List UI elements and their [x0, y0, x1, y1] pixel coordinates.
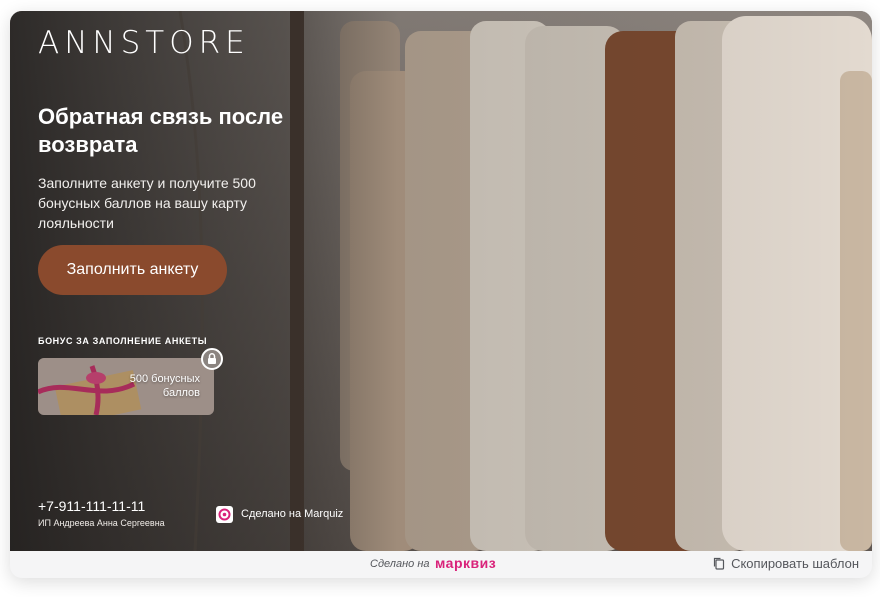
fill-form-button[interactable]: Заполнить анкету [38, 245, 227, 295]
quiz-card: ANNSTORE Обратная связь после возврата З… [10, 11, 872, 578]
copy-icon [713, 557, 725, 570]
company-owner: ИП Андреева Анна Сергеевна [38, 518, 165, 528]
lock-icon [201, 348, 223, 370]
bottom-bar: Сделано на марквиз Скопировать шаблон [10, 551, 872, 578]
page-title: Обратная связь после возврата [38, 104, 284, 157]
bonus-label: БОНУС ЗА ЗАПОЛНЕНИЕ АНКЕТЫ [38, 336, 208, 346]
hero-section: ANNSTORE Обратная связь после возврата З… [10, 11, 872, 551]
marquiz-brand-link[interactable]: марквиз [435, 555, 496, 571]
marquiz-icon [216, 505, 233, 523]
copy-template-button[interactable]: Скопировать шаблон [713, 556, 859, 571]
bonus-card: 500 бонусных баллов [38, 358, 214, 415]
copy-template-label: Скопировать шаблон [731, 556, 859, 571]
bonus-amount: 500 бонусных баллов [129, 373, 200, 399]
contact-phone[interactable]: +7-911-111-11-11 [38, 498, 145, 514]
made-with-marquiz-link[interactable]: Сделано на Marquiz [216, 505, 343, 523]
made-with-marquiz-label: Сделано на Marquiz [241, 508, 344, 520]
page-subtitle: Заполните анкету и получите 500 бонусных… [38, 175, 256, 231]
made-on-label: Сделано на [370, 558, 430, 570]
brand-logo: ANNSTORE [38, 25, 250, 61]
